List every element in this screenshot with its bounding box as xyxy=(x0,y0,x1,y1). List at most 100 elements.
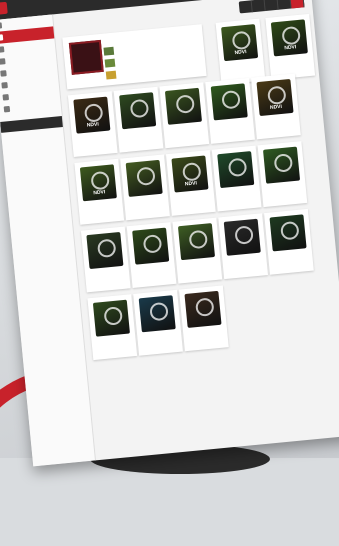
nav-item[interactable] xyxy=(238,0,253,14)
app-tile[interactable]: NDVI xyxy=(165,149,216,216)
leaf-icon xyxy=(149,301,169,322)
app-tile-name xyxy=(226,255,262,258)
app-tile[interactable] xyxy=(159,82,210,149)
leaf-icon xyxy=(142,234,163,254)
app-tile[interactable] xyxy=(178,285,229,352)
app-tile-name xyxy=(220,188,256,191)
app-tile[interactable] xyxy=(126,222,177,289)
app-tile-image: NDVI xyxy=(221,24,259,62)
leaf-icon xyxy=(181,161,202,182)
top-nav xyxy=(238,0,305,14)
app-tile-tag: NDVI xyxy=(284,44,297,52)
app-tile-tag xyxy=(227,249,261,252)
app-tile-name xyxy=(128,197,164,200)
app-tile[interactable] xyxy=(87,294,138,361)
app-tile-image: NDVI xyxy=(73,96,111,134)
app-tile[interactable]: NDVI xyxy=(74,158,125,225)
app-tile-tag: NDVI xyxy=(93,189,106,197)
app-tile-image xyxy=(184,290,222,328)
app-tile-name xyxy=(180,260,216,263)
leaf-icon xyxy=(273,153,294,173)
app-tile-image xyxy=(86,231,124,270)
app-tile[interactable] xyxy=(205,77,255,144)
apps-icon xyxy=(0,34,4,41)
app-tile[interactable] xyxy=(257,141,308,208)
app-tile[interactable]: NDVI xyxy=(215,18,266,85)
leaf-icon xyxy=(231,30,252,51)
app-tile-tag xyxy=(122,122,156,125)
app-tile-tag xyxy=(142,325,176,328)
featured-mini-icon xyxy=(104,58,116,68)
app-tile[interactable] xyxy=(113,86,164,153)
map-icon xyxy=(1,82,8,89)
app-tile-name xyxy=(266,183,302,186)
app-tile[interactable] xyxy=(218,213,269,280)
leaf-icon xyxy=(227,157,248,178)
nav-item[interactable] xyxy=(264,0,279,11)
leaf-icon xyxy=(234,225,254,245)
leaf-icon xyxy=(221,89,241,110)
app-tile-name xyxy=(135,264,171,267)
app-tile-name xyxy=(187,328,223,331)
leaf-icon xyxy=(280,220,300,241)
app-tile-image: NDVI xyxy=(270,19,308,57)
app-tile-image xyxy=(223,218,261,256)
featured-app-thumbnail xyxy=(68,39,104,75)
app-tile-tag: NDVI xyxy=(184,180,198,188)
app-tile-name xyxy=(89,269,125,272)
leaf-icon xyxy=(83,103,104,123)
app-tile-tag xyxy=(220,181,254,184)
app-tile-name xyxy=(224,61,260,64)
app-tile-tag: NDVI xyxy=(234,49,247,57)
featured-mini-icon xyxy=(103,46,115,56)
nav-item[interactable] xyxy=(251,0,266,13)
app-tile[interactable]: NDVI xyxy=(265,13,316,80)
app-tile-name xyxy=(273,56,309,59)
nav-item-active[interactable] xyxy=(290,0,305,9)
app-tile-tag xyxy=(89,262,123,265)
leaf-icon xyxy=(90,170,111,191)
app-tile-name xyxy=(272,251,308,254)
featured-app-card[interactable] xyxy=(62,24,207,90)
leaf-icon xyxy=(281,25,301,46)
app-tile[interactable] xyxy=(211,145,262,212)
app-tile[interactable]: NDVI xyxy=(251,73,301,140)
app-tile-image: NDVI xyxy=(79,164,117,202)
app-tile[interactable] xyxy=(80,226,131,293)
leaf-icon xyxy=(267,85,287,106)
app-tile-image xyxy=(119,92,157,130)
leaf-icon xyxy=(175,94,196,114)
featured-mini-icon xyxy=(105,70,117,80)
app-tile-name xyxy=(213,120,249,123)
brand-logo[interactable] xyxy=(0,1,8,15)
app-window: NDVI NDVI NDVI NDVI NDVI NDVI xyxy=(0,0,339,467)
app-tile[interactable]: NDVI xyxy=(67,91,118,158)
app-tile[interactable] xyxy=(172,217,223,284)
app-tile-tag xyxy=(96,329,130,332)
app-tile[interactable] xyxy=(120,154,170,221)
app-tile-tag xyxy=(168,118,202,121)
app-tile-tag xyxy=(135,257,169,260)
data-icon xyxy=(0,46,5,53)
nav-item[interactable] xyxy=(277,0,292,10)
leaf-icon xyxy=(103,306,124,326)
app-tile-tag xyxy=(187,321,221,324)
app-tile-tag xyxy=(129,190,163,193)
app-tile-tag xyxy=(214,113,248,116)
app-tile[interactable] xyxy=(264,208,314,275)
upload-icon xyxy=(0,70,7,77)
app-tile[interactable] xyxy=(133,289,183,356)
app-tile-name xyxy=(141,332,177,335)
app-tile-name xyxy=(259,116,295,119)
app-tile-image xyxy=(269,214,307,252)
app-tile-tag: NDVI xyxy=(86,121,100,129)
leaf-icon xyxy=(96,238,117,259)
app-tile-image xyxy=(164,87,202,125)
app-tile-tag xyxy=(272,244,306,247)
settings-icon xyxy=(3,105,11,113)
app-tile-image xyxy=(125,159,163,197)
app-tile-name xyxy=(95,336,131,339)
app-tile-name xyxy=(167,124,203,127)
main-content: NDVI NDVI NDVI NDVI NDVI NDVI xyxy=(54,0,339,460)
app-tile-image xyxy=(177,223,216,261)
